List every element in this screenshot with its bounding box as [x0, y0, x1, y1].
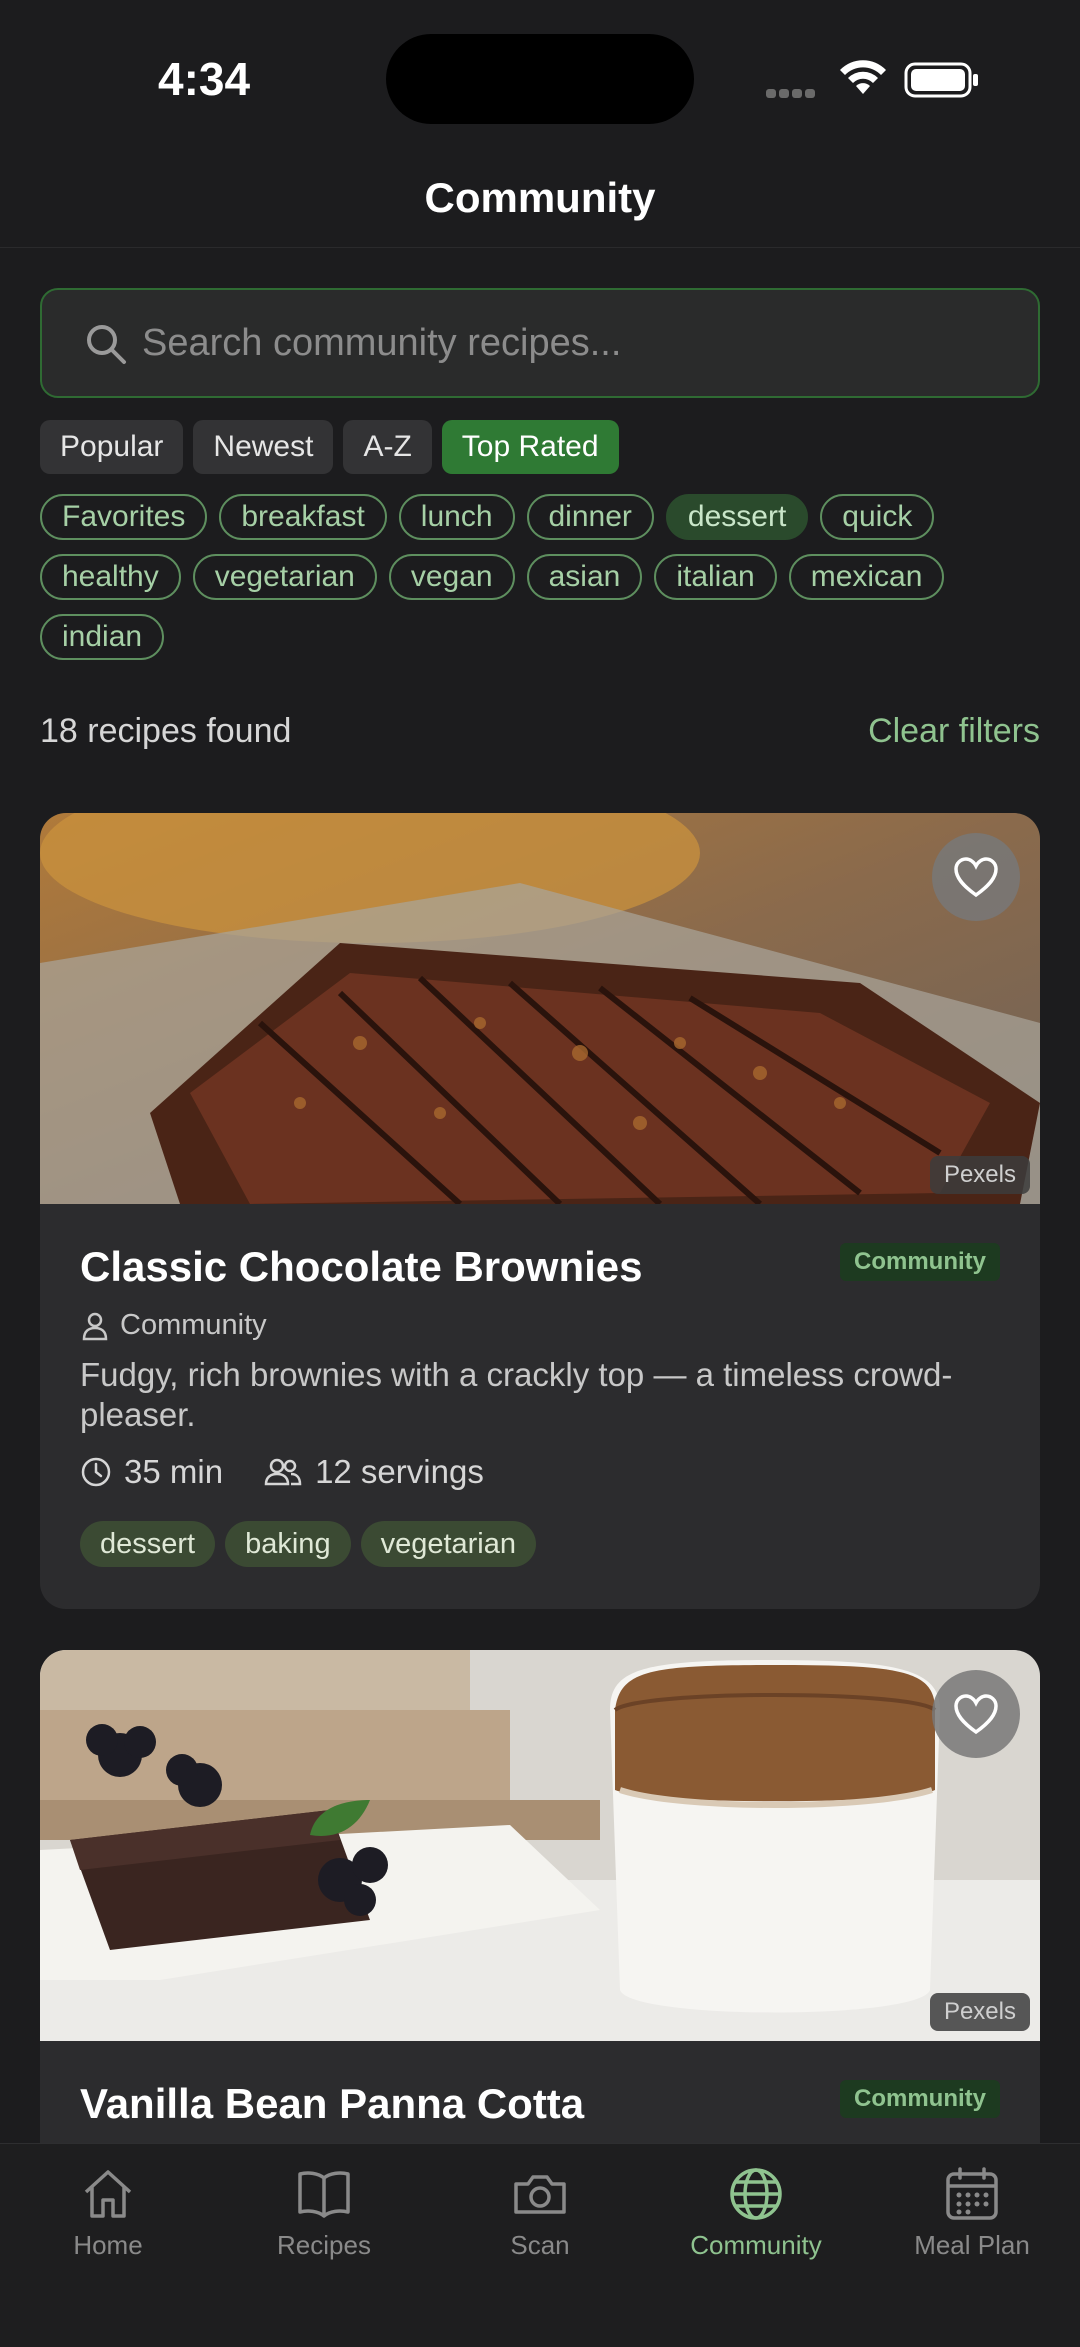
- favorite-button[interactable]: [932, 833, 1020, 921]
- recipe-title: Vanilla Bean Panna Cotta: [80, 2080, 585, 2127]
- community-badge: Community: [840, 1243, 1000, 1281]
- camera-icon: [514, 2175, 566, 2214]
- wifi-icon: [840, 60, 886, 94]
- tag-chip-lunch[interactable]: lunch: [398, 494, 515, 540]
- cook-time: 35 min: [80, 1453, 223, 1491]
- battery-icon: [904, 62, 978, 98]
- recipe-description: Fudgy, rich brownies with a crackly top …: [80, 1356, 953, 1433]
- clear-filters-button[interactable]: Clear filters: [868, 712, 1040, 751]
- sort-popular-button[interactable]: Popular: [40, 420, 184, 474]
- tab-scan[interactable]: Scan: [432, 2164, 648, 2261]
- home-icon: [84, 2170, 132, 2218]
- servings: 12 servings: [263, 1453, 484, 1491]
- dynamic-island: [386, 34, 694, 124]
- book-icon: [298, 2171, 350, 2218]
- tag-chip-dinner[interactable]: dinner: [526, 494, 654, 540]
- person-icon: [82, 1312, 108, 1340]
- image-credit: Pexels: [929, 1993, 1030, 2031]
- tag-chip-dessert[interactable]: dessert: [665, 494, 809, 540]
- sort-a-z-button[interactable]: A-Z: [343, 420, 432, 474]
- tag-chip-vegan[interactable]: vegan: [388, 554, 515, 600]
- tab-recipes-label: Recipes: [277, 2230, 371, 2260]
- tag-chip-indian[interactable]: indian: [40, 614, 165, 660]
- page-title: Community: [424, 174, 656, 221]
- favorite-button[interactable]: [932, 1670, 1020, 1758]
- recipe-title: Classic Chocolate Brownies: [80, 1243, 643, 1290]
- people-icon: [264, 1458, 302, 1486]
- recipe-tag: baking: [225, 1521, 351, 1567]
- sort-top-rated-button[interactable]: Top Rated: [441, 420, 619, 474]
- recipe-author: Community: [80, 1309, 267, 1342]
- calendar-icon: [946, 2167, 998, 2220]
- status-bar: 4:34: [0, 0, 1080, 160]
- recipe-tag: vegetarian: [360, 1521, 537, 1567]
- recipe-image-panna-cotta: [40, 1650, 1040, 2041]
- results-count: 18 recipes found: [40, 712, 292, 750]
- tab-meal-plan[interactable]: Meal Plan: [864, 2164, 1080, 2261]
- globe-icon: [730, 2168, 782, 2220]
- search-icon: [87, 325, 126, 364]
- clock-icon: [81, 1457, 111, 1487]
- tab-meal-plan-label: Meal Plan: [914, 2230, 1030, 2260]
- sort-newest-button[interactable]: Newest: [193, 420, 334, 474]
- tab-home[interactable]: Home: [0, 2164, 216, 2261]
- heart-icon: [954, 857, 998, 898]
- tab-recipes[interactable]: Recipes: [216, 2164, 432, 2261]
- tab-community-label: Community: [690, 2230, 822, 2260]
- search-input[interactable]: [142, 290, 1002, 396]
- tag-chip-quick[interactable]: quick: [820, 494, 935, 540]
- status-time: 4:34: [158, 53, 251, 105]
- recipe-card[interactable]: Pexels Classic Chocolate Brownies Commun…: [40, 813, 1040, 1609]
- tag-chip-italian[interactable]: italian: [654, 554, 777, 600]
- tab-bar: Home Recipes Scan Community Meal Plan: [0, 2143, 1080, 2347]
- recipe-image-brownies: [40, 813, 1040, 1204]
- tab-home-label: Home: [73, 2230, 143, 2260]
- recipe-meta: 35 min 12 servings: [80, 1453, 484, 1491]
- tag-chip-mexican[interactable]: mexican: [788, 554, 945, 600]
- navigation-header: Community: [0, 160, 1080, 248]
- tag-chip-healthy[interactable]: healthy: [40, 554, 181, 600]
- tab-scan-label: Scan: [510, 2230, 570, 2260]
- tag-chip-vegetarian[interactable]: vegetarian: [192, 554, 377, 600]
- tag-filters: Favorites breakfast lunch dinner dessert…: [40, 494, 1050, 660]
- sort-options: Popular Newest A-Z Top Rated: [40, 420, 619, 474]
- recipe-tag: dessert: [80, 1521, 216, 1567]
- community-badge: Community: [840, 2080, 1000, 2118]
- cellular-signal-icon: [766, 85, 818, 103]
- servings-value: 12 servings: [315, 1453, 484, 1490]
- cook-time-value: 35 min: [124, 1453, 224, 1490]
- tag-chip-favorites[interactable]: Favorites: [40, 494, 208, 540]
- heart-icon: [954, 1694, 998, 1735]
- tag-chip-asian[interactable]: asian: [526, 554, 643, 600]
- author-name: Community: [120, 1309, 267, 1341]
- search-bar[interactable]: [40, 288, 1040, 398]
- recipe-tags: dessert baking vegetarian: [80, 1521, 537, 1567]
- tag-chip-breakfast[interactable]: breakfast: [219, 494, 387, 540]
- tab-community[interactable]: Community: [648, 2164, 864, 2261]
- image-credit: Pexels: [929, 1156, 1030, 1194]
